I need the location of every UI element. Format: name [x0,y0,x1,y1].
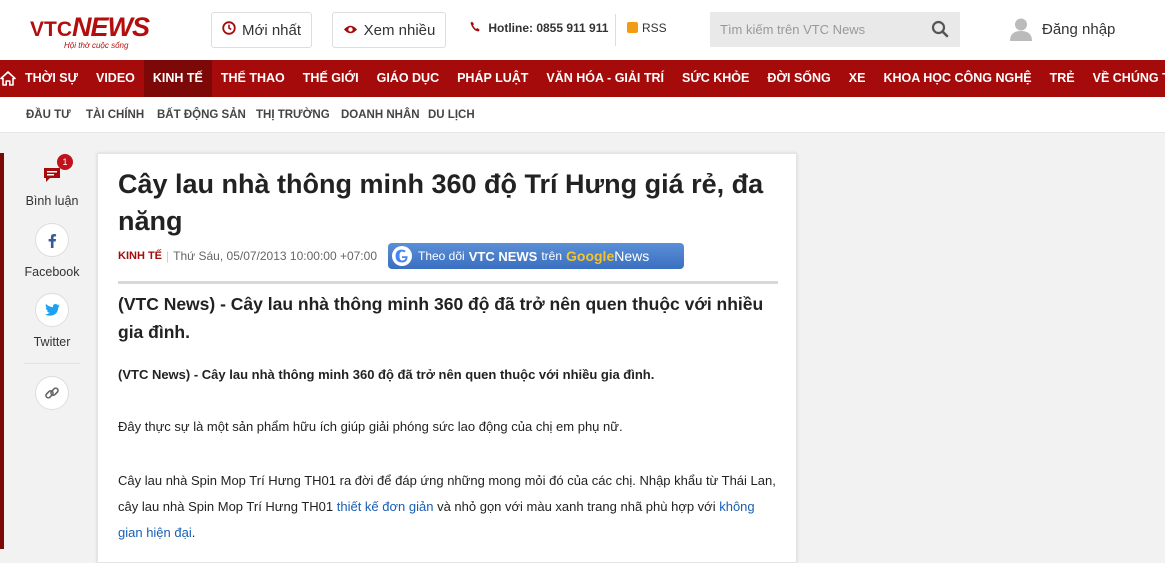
twitter-icon [35,293,69,327]
nav-item-video[interactable]: VIDEO [87,60,144,97]
nav-item-khoa-hoc-cong-nghe[interactable]: KHOA HỌC CÔNG NGHỆ [874,60,1040,97]
search-input[interactable]: Tìm kiếm trên VTC News [710,12,960,47]
article-paragraph-3: Cây lau nhà Spin Mop Trí Hưng TH01 ra đờ… [118,468,778,546]
latest-label: Mới nhất [241,21,302,39]
rss-link[interactable]: RSS [627,21,667,35]
twitter-label: Twitter [33,335,71,349]
nav-item-kinh-te[interactable]: KINH TẾ [143,60,212,97]
nav-item-tre[interactable]: TRẺ [1041,60,1084,97]
meta-divider: | [166,249,170,263]
comment-icon: 1 [35,154,73,192]
nav-item-xe[interactable]: XE [840,60,875,97]
comment-count-badge: 1 [57,154,73,170]
google-news-follow-button[interactable]: Theo dõi VTC NEWS trên GoogleNews [388,243,684,269]
logo-vtc: VTC [30,18,72,41]
nav-item-phap-luat[interactable]: PHÁP LUẬT [448,60,537,97]
twitter-share-button[interactable]: Twitter [14,293,90,363]
article-meta: KINH TẾ | Thứ Sáu, 05/07/2013 10:00:00 +… [118,249,377,263]
comment-label: Bình luận [25,194,79,208]
article-paragraph-1: (VTC News) - Cây lau nhà thông minh 360 … [118,362,778,388]
latest-button[interactable]: Mới nhất [211,12,312,48]
nav-item-van-hoa-giai-tri[interactable]: VĂN HÓA - GIẢI TRÍ [537,60,673,97]
clock-icon [222,21,236,39]
left-accent-strip [0,153,4,549]
popular-label: Xem nhiều [363,21,436,39]
article-card: Cây lau nhà thông minh 360 độ Trí Hưng g… [97,153,797,563]
google-news-wordmark: GoogleNews [566,248,649,264]
top-header: VTCNEWS Hội thờ cuộc sống Mới nhất Xem n… [0,0,1165,60]
gnews-on-text: trên [541,249,563,263]
main-nav: THỜI SỰ VIDEO KINH TẾ THỂ THAO THẾ GIỚI … [0,60,1165,97]
rss-label: RSS [642,21,667,35]
article-category[interactable]: KINH TẾ [118,250,162,262]
popular-button[interactable]: Xem nhiều [332,12,446,48]
search-icon[interactable] [931,20,949,38]
logo-news: NEWS [72,12,150,42]
login-link[interactable]: Đăng nhập [1008,16,1115,42]
link-icon [35,376,69,410]
rss-icon [627,22,638,33]
paragraph-source-label: (VTC News) [118,367,191,382]
comment-button[interactable]: 1 Bình luận [14,153,90,223]
nav-item-giao-duc[interactable]: GIÁO DỤC [368,60,449,97]
copy-link-button[interactable] [14,364,90,424]
subnav-item-tai-chinh[interactable]: TÀI CHÍNH [86,109,144,121]
paragraph-3-text-c: . [191,525,196,540]
link-simple-design[interactable]: thiết kế đơn giản [337,499,434,514]
google-g-icon [392,246,412,266]
news-wordmark: News [614,248,650,264]
subnav-item-bat-dong-san[interactable]: BẤT ĐỘNG SẢN [157,109,246,121]
nav-item-suc-khoe[interactable]: SỨC KHỎE [673,60,758,97]
hotline-text: Hotline: 0855 911 911 [488,21,609,35]
subnav-item-dau-tu[interactable]: ĐẦU TƯ [26,109,71,121]
facebook-share-button[interactable]: Facebook [14,223,90,293]
phone-icon [470,21,483,35]
home-icon[interactable] [0,60,16,97]
article-date: Thứ Sáu, 05/07/2013 10:00:00 +07:00 [173,249,377,263]
sub-nav: ĐẦU TƯ TÀI CHÍNH BẤT ĐỘNG SẢN THỊ TRƯỜNG… [0,97,1165,133]
article-lead: (VTC News) - Cây lau nhà thông minh 360 … [118,294,764,342]
header-divider [615,14,616,46]
eye-icon [343,22,358,39]
article-title: Cây lau nhà thông minh 360 độ Trí Hưng g… [118,169,764,236]
nav-item-ve-chung-toi[interactable]: VỀ CHÚNG TÔI [1084,60,1165,97]
title-divider [118,281,778,284]
article-paragraph-2: Đây thực sự là một sản phẩm hữu ích giúp… [118,419,623,434]
nav-item-doi-song[interactable]: ĐỜI SỐNG [758,60,839,97]
facebook-icon [35,223,69,257]
subnav-item-thi-truong[interactable]: THỊ TRƯỜNG [256,109,330,121]
subnav-item-doanh-nhan[interactable]: DOANH NHÂN [341,109,420,121]
share-rail: 1 Bình luận Facebook Twitter [14,153,90,424]
hotline[interactable]: Hotline: 0855 911 911 [470,21,608,35]
gnews-follow-text: Theo dõi [418,249,465,263]
login-label: Đăng nhập [1042,20,1116,38]
nav-item-the-thao[interactable]: THỂ THAO [212,60,294,97]
subnav-item-du-lich[interactable]: DU LỊCH [428,109,475,121]
nav-item-the-gioi[interactable]: THẾ GIỚI [294,60,368,97]
gnews-brand-text: VTC NEWS [468,248,538,264]
paragraph-1-text: - Cây lau nhà thông minh 360 độ đã trở n… [190,367,655,382]
nav-item-thoi-su[interactable]: THỜI SỰ [16,60,87,97]
vtc-news-logo[interactable]: VTCNEWS Hội thờ cuộc sống [30,12,155,51]
google-wordmark: Google [566,248,615,264]
facebook-label: Facebook [24,265,80,279]
paragraph-3-text-b: và nhỏ gọn với màu xanh trang nhã phù hợ… [433,499,720,514]
user-icon [1008,16,1034,42]
